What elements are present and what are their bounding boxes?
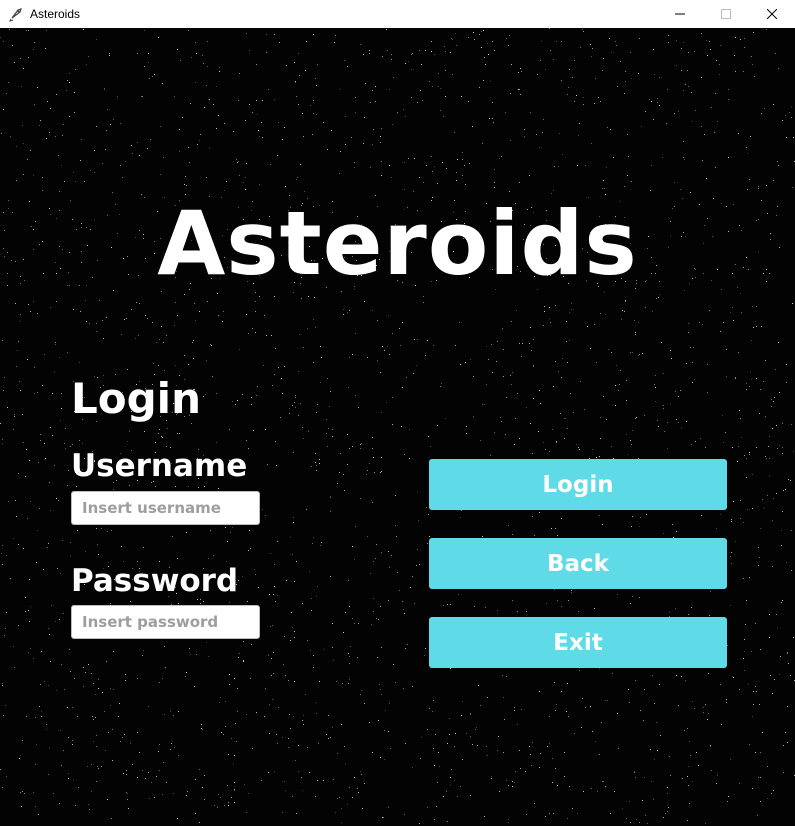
close-button[interactable] [749,0,795,28]
minimize-icon [675,13,685,15]
login-heading: Login [71,374,201,423]
username-input[interactable] [71,491,260,525]
password-input[interactable] [71,605,260,639]
rocket-icon [8,6,24,22]
game-title: Asteroids [157,192,638,295]
back-button[interactable]: Back [429,538,727,589]
minimize-button[interactable] [657,0,703,28]
close-icon [767,9,777,19]
starfield-background [0,28,795,826]
window-title: Asteroids [30,7,81,21]
window-title-bar: Asteroids [0,0,795,29]
username-label: Username [71,448,248,484]
password-label: Password [71,563,239,599]
game-screen: Asteroids Login Username Password Login … [0,28,795,826]
exit-button[interactable]: Exit [429,617,727,668]
maximize-icon [721,9,731,19]
login-button[interactable]: Login [429,459,727,510]
maximize-button[interactable] [703,0,749,28]
